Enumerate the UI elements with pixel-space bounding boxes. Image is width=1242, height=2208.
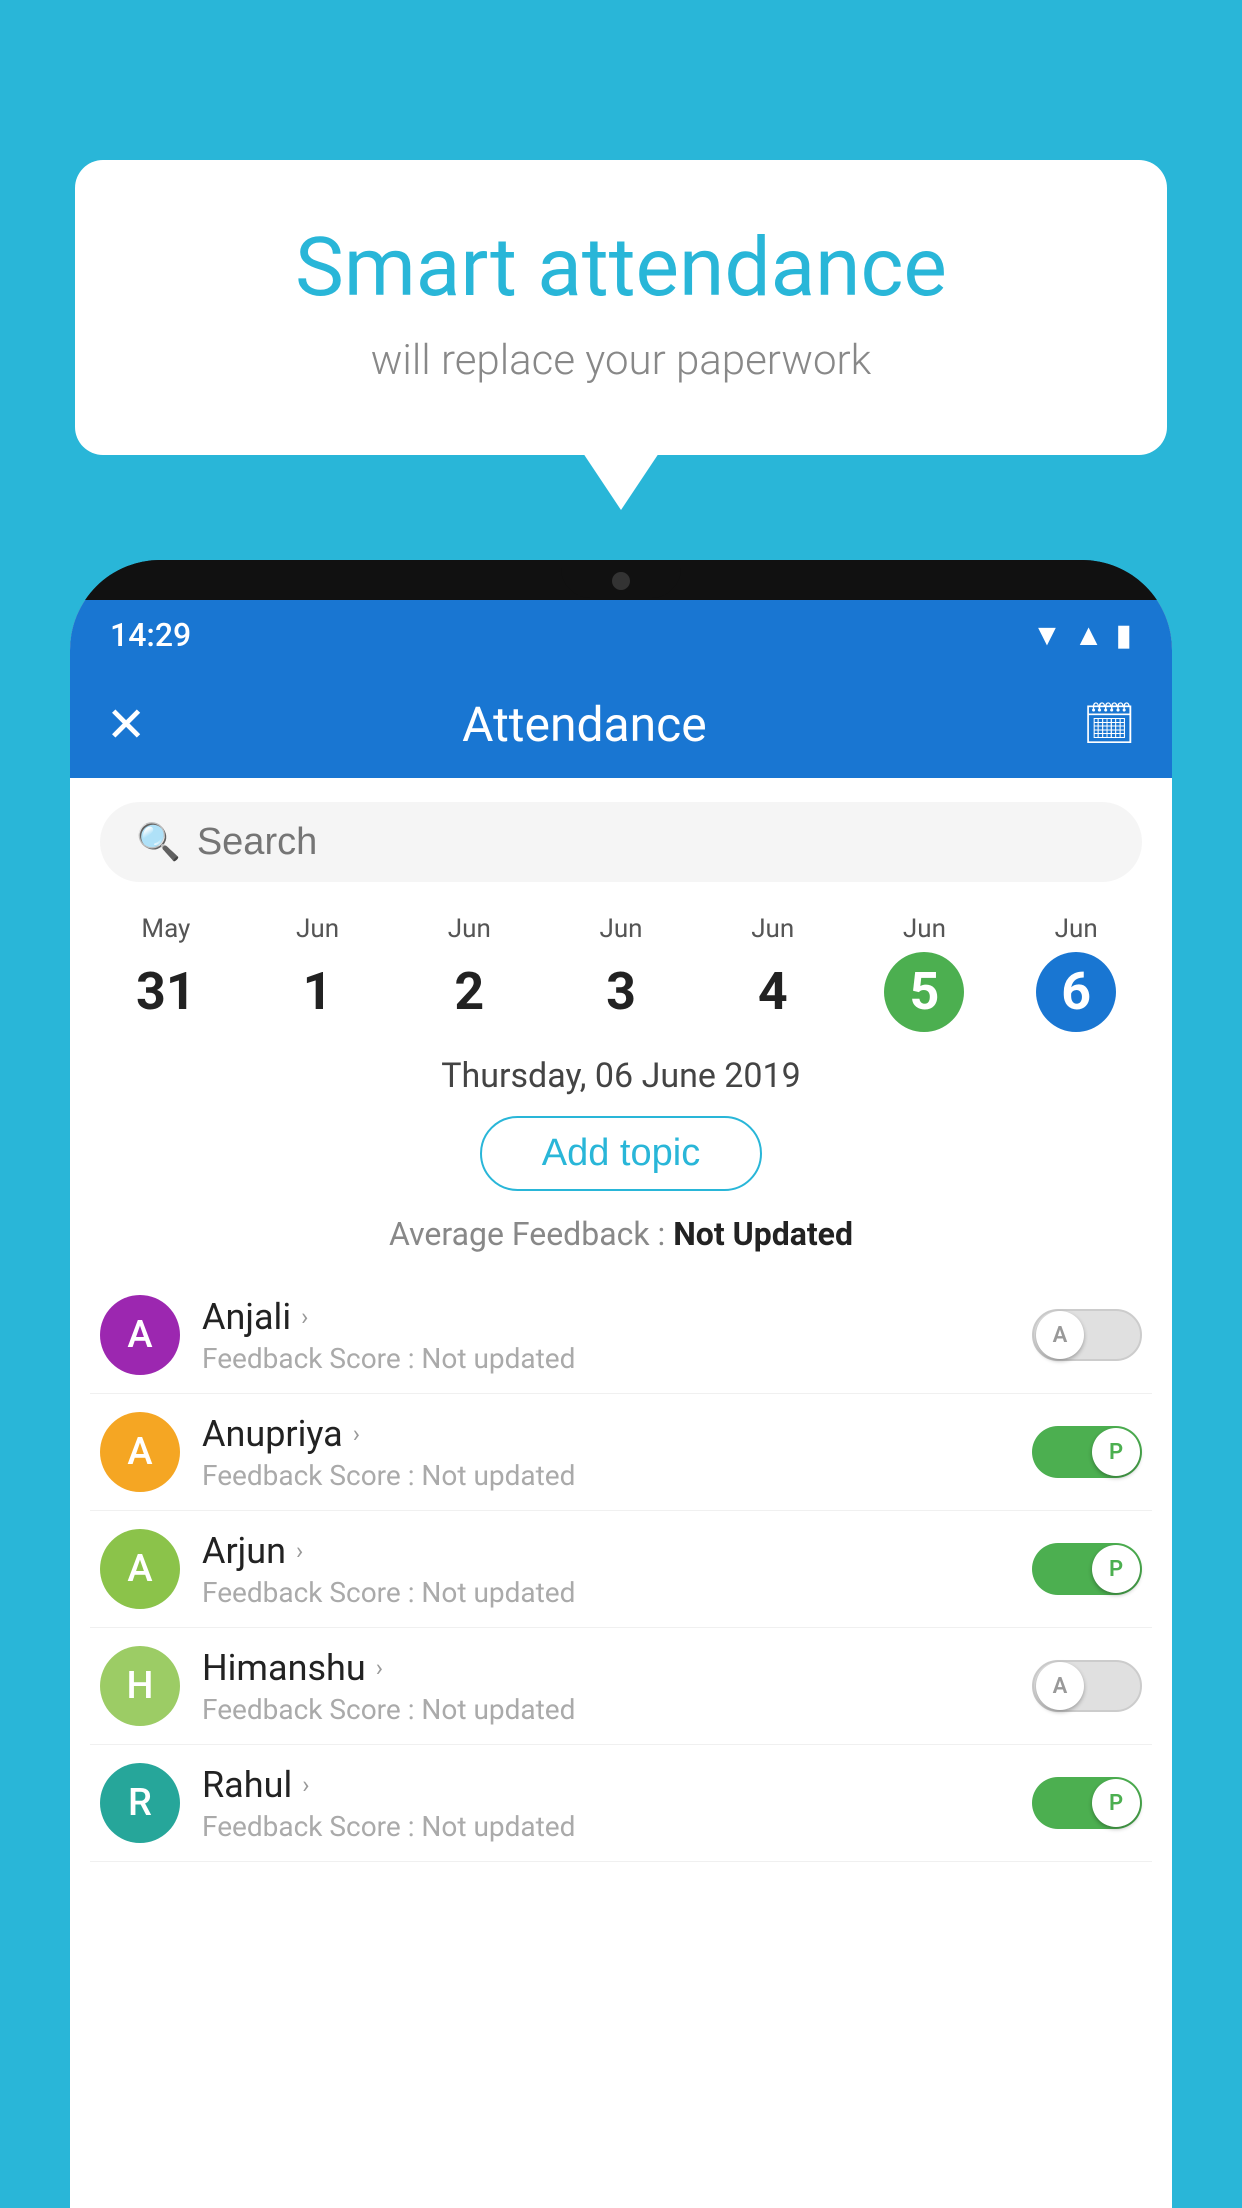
- chevron-icon: ›: [302, 1771, 309, 1799]
- student-item[interactable]: H Himanshu › Feedback Score : Not updated A: [90, 1628, 1152, 1745]
- feedback-score: Feedback Score : Not updated: [202, 1342, 1010, 1375]
- student-name: Anjali ›: [202, 1296, 1010, 1338]
- student-name: Rahul ›: [202, 1764, 1010, 1806]
- search-icon: 🔍: [136, 821, 181, 863]
- cal-date[interactable]: 4: [733, 952, 813, 1032]
- speech-bubble-title: Smart attendance: [155, 220, 1087, 316]
- feedback-score: Feedback Score : Not updated: [202, 1810, 1010, 1843]
- student-item[interactable]: A Anjali › Feedback Score : Not updated A: [90, 1277, 1152, 1394]
- signal-icon: ▲: [1074, 618, 1104, 653]
- student-info: Himanshu › Feedback Score : Not updated: [202, 1647, 1010, 1726]
- attendance-toggle[interactable]: P: [1032, 1777, 1142, 1829]
- avatar: R: [100, 1763, 180, 1843]
- feedback-score: Feedback Score : Not updated: [202, 1693, 1010, 1726]
- calendar-day[interactable]: Jun 3: [545, 914, 697, 1032]
- calendar-day[interactable]: May 31: [90, 914, 242, 1032]
- cal-month: May: [90, 914, 242, 944]
- student-info: Anjali › Feedback Score : Not updated: [202, 1296, 1010, 1375]
- chevron-icon: ›: [376, 1654, 383, 1682]
- toggle-knob: P: [1092, 1545, 1140, 1593]
- wifi-icon: ▼: [1032, 618, 1062, 653]
- cal-date[interactable]: 31: [126, 952, 206, 1032]
- avg-feedback-label: Average Feedback :: [389, 1215, 673, 1253]
- chevron-icon: ›: [296, 1537, 303, 1565]
- feedback-score: Feedback Score : Not updated: [202, 1576, 1010, 1609]
- add-topic-button[interactable]: Add topic: [480, 1116, 762, 1191]
- student-info: Anupriya › Feedback Score : Not updated: [202, 1413, 1010, 1492]
- cal-date[interactable]: 5: [884, 952, 964, 1032]
- avatar: A: [100, 1529, 180, 1609]
- attendance-toggle[interactable]: A: [1032, 1660, 1142, 1712]
- student-name: Himanshu ›: [202, 1647, 1010, 1689]
- calendar-day[interactable]: Jun 1: [242, 914, 394, 1032]
- calendar-day[interactable]: Jun 5: [849, 914, 1001, 1032]
- date-label: Thursday, 06 June 2019: [70, 1056, 1172, 1096]
- calendar-row: May 31 Jun 1 Jun 2 Jun 3 Jun 4 Jun 5 Jun 6: [70, 898, 1172, 1040]
- toggle-knob: P: [1092, 1779, 1140, 1827]
- status-bar: 14:29 ▼ ▲ ▮: [70, 600, 1172, 670]
- attendance-toggle[interactable]: A: [1032, 1309, 1142, 1361]
- notch: [561, 560, 681, 598]
- toggle-knob: P: [1092, 1428, 1140, 1476]
- app-title: Attendance: [176, 696, 992, 753]
- student-info: Arjun › Feedback Score : Not updated: [202, 1530, 1010, 1609]
- avg-feedback: Average Feedback : Not Updated: [70, 1215, 1172, 1253]
- calendar-day[interactable]: Jun 4: [697, 914, 849, 1032]
- cal-month: Jun: [849, 914, 1001, 944]
- app-bar: ✕ Attendance 🗓: [70, 670, 1172, 778]
- avatar: A: [100, 1295, 180, 1375]
- cal-date[interactable]: 1: [278, 952, 358, 1032]
- cal-month: Jun: [242, 914, 394, 944]
- avg-feedback-value: Not Updated: [673, 1215, 853, 1253]
- attendance-toggle[interactable]: P: [1032, 1543, 1142, 1595]
- cal-date[interactable]: 6: [1036, 952, 1116, 1032]
- student-name: Arjun ›: [202, 1530, 1010, 1572]
- calendar-day[interactable]: Jun 6: [1000, 914, 1152, 1032]
- cal-month: Jun: [1000, 914, 1152, 944]
- attendance-toggle[interactable]: P: [1032, 1426, 1142, 1478]
- cal-date[interactable]: 2: [429, 952, 509, 1032]
- chevron-icon: ›: [353, 1420, 360, 1448]
- speech-bubble: Smart attendance will replace your paper…: [75, 160, 1167, 455]
- status-icons: ▼ ▲ ▮: [1032, 618, 1132, 653]
- toggle-knob: A: [1036, 1662, 1084, 1710]
- cal-date[interactable]: 3: [581, 952, 661, 1032]
- close-button[interactable]: ✕: [106, 696, 146, 753]
- phone-screen: 14:29 ▼ ▲ ▮ ✕ Attendance 🗓 🔍 May31Jun1Ju…: [70, 600, 1172, 2208]
- search-input[interactable]: [197, 821, 1106, 864]
- student-item[interactable]: A Anupriya › Feedback Score : Not updated P: [90, 1394, 1152, 1511]
- phone-top: [70, 560, 1172, 600]
- calendar-icon[interactable]: 🗓: [1083, 700, 1136, 749]
- cal-month: Jun: [697, 914, 849, 944]
- speech-bubble-subtitle: will replace your paperwork: [155, 336, 1087, 385]
- status-time: 14:29: [110, 616, 191, 654]
- student-item[interactable]: A Arjun › Feedback Score : Not updated P: [90, 1511, 1152, 1628]
- cal-month: Jun: [393, 914, 545, 944]
- student-info: Rahul › Feedback Score : Not updated: [202, 1764, 1010, 1843]
- phone-frame: 14:29 ▼ ▲ ▮ ✕ Attendance 🗓 🔍 May31Jun1Ju…: [70, 560, 1172, 2208]
- feedback-score: Feedback Score : Not updated: [202, 1459, 1010, 1492]
- toggle-knob: A: [1036, 1311, 1084, 1359]
- student-item[interactable]: R Rahul › Feedback Score : Not updated P: [90, 1745, 1152, 1862]
- battery-icon: ▮: [1115, 618, 1132, 653]
- search-bar[interactable]: 🔍: [100, 802, 1142, 882]
- cal-month: Jun: [545, 914, 697, 944]
- student-name: Anupriya ›: [202, 1413, 1010, 1455]
- camera: [612, 572, 630, 590]
- avatar: H: [100, 1646, 180, 1726]
- calendar-day[interactable]: Jun 2: [393, 914, 545, 1032]
- student-list: AAnjali ›Feedback Score : Not updatedAAA…: [70, 1277, 1172, 1862]
- chevron-icon: ›: [301, 1303, 308, 1331]
- avatar: A: [100, 1412, 180, 1492]
